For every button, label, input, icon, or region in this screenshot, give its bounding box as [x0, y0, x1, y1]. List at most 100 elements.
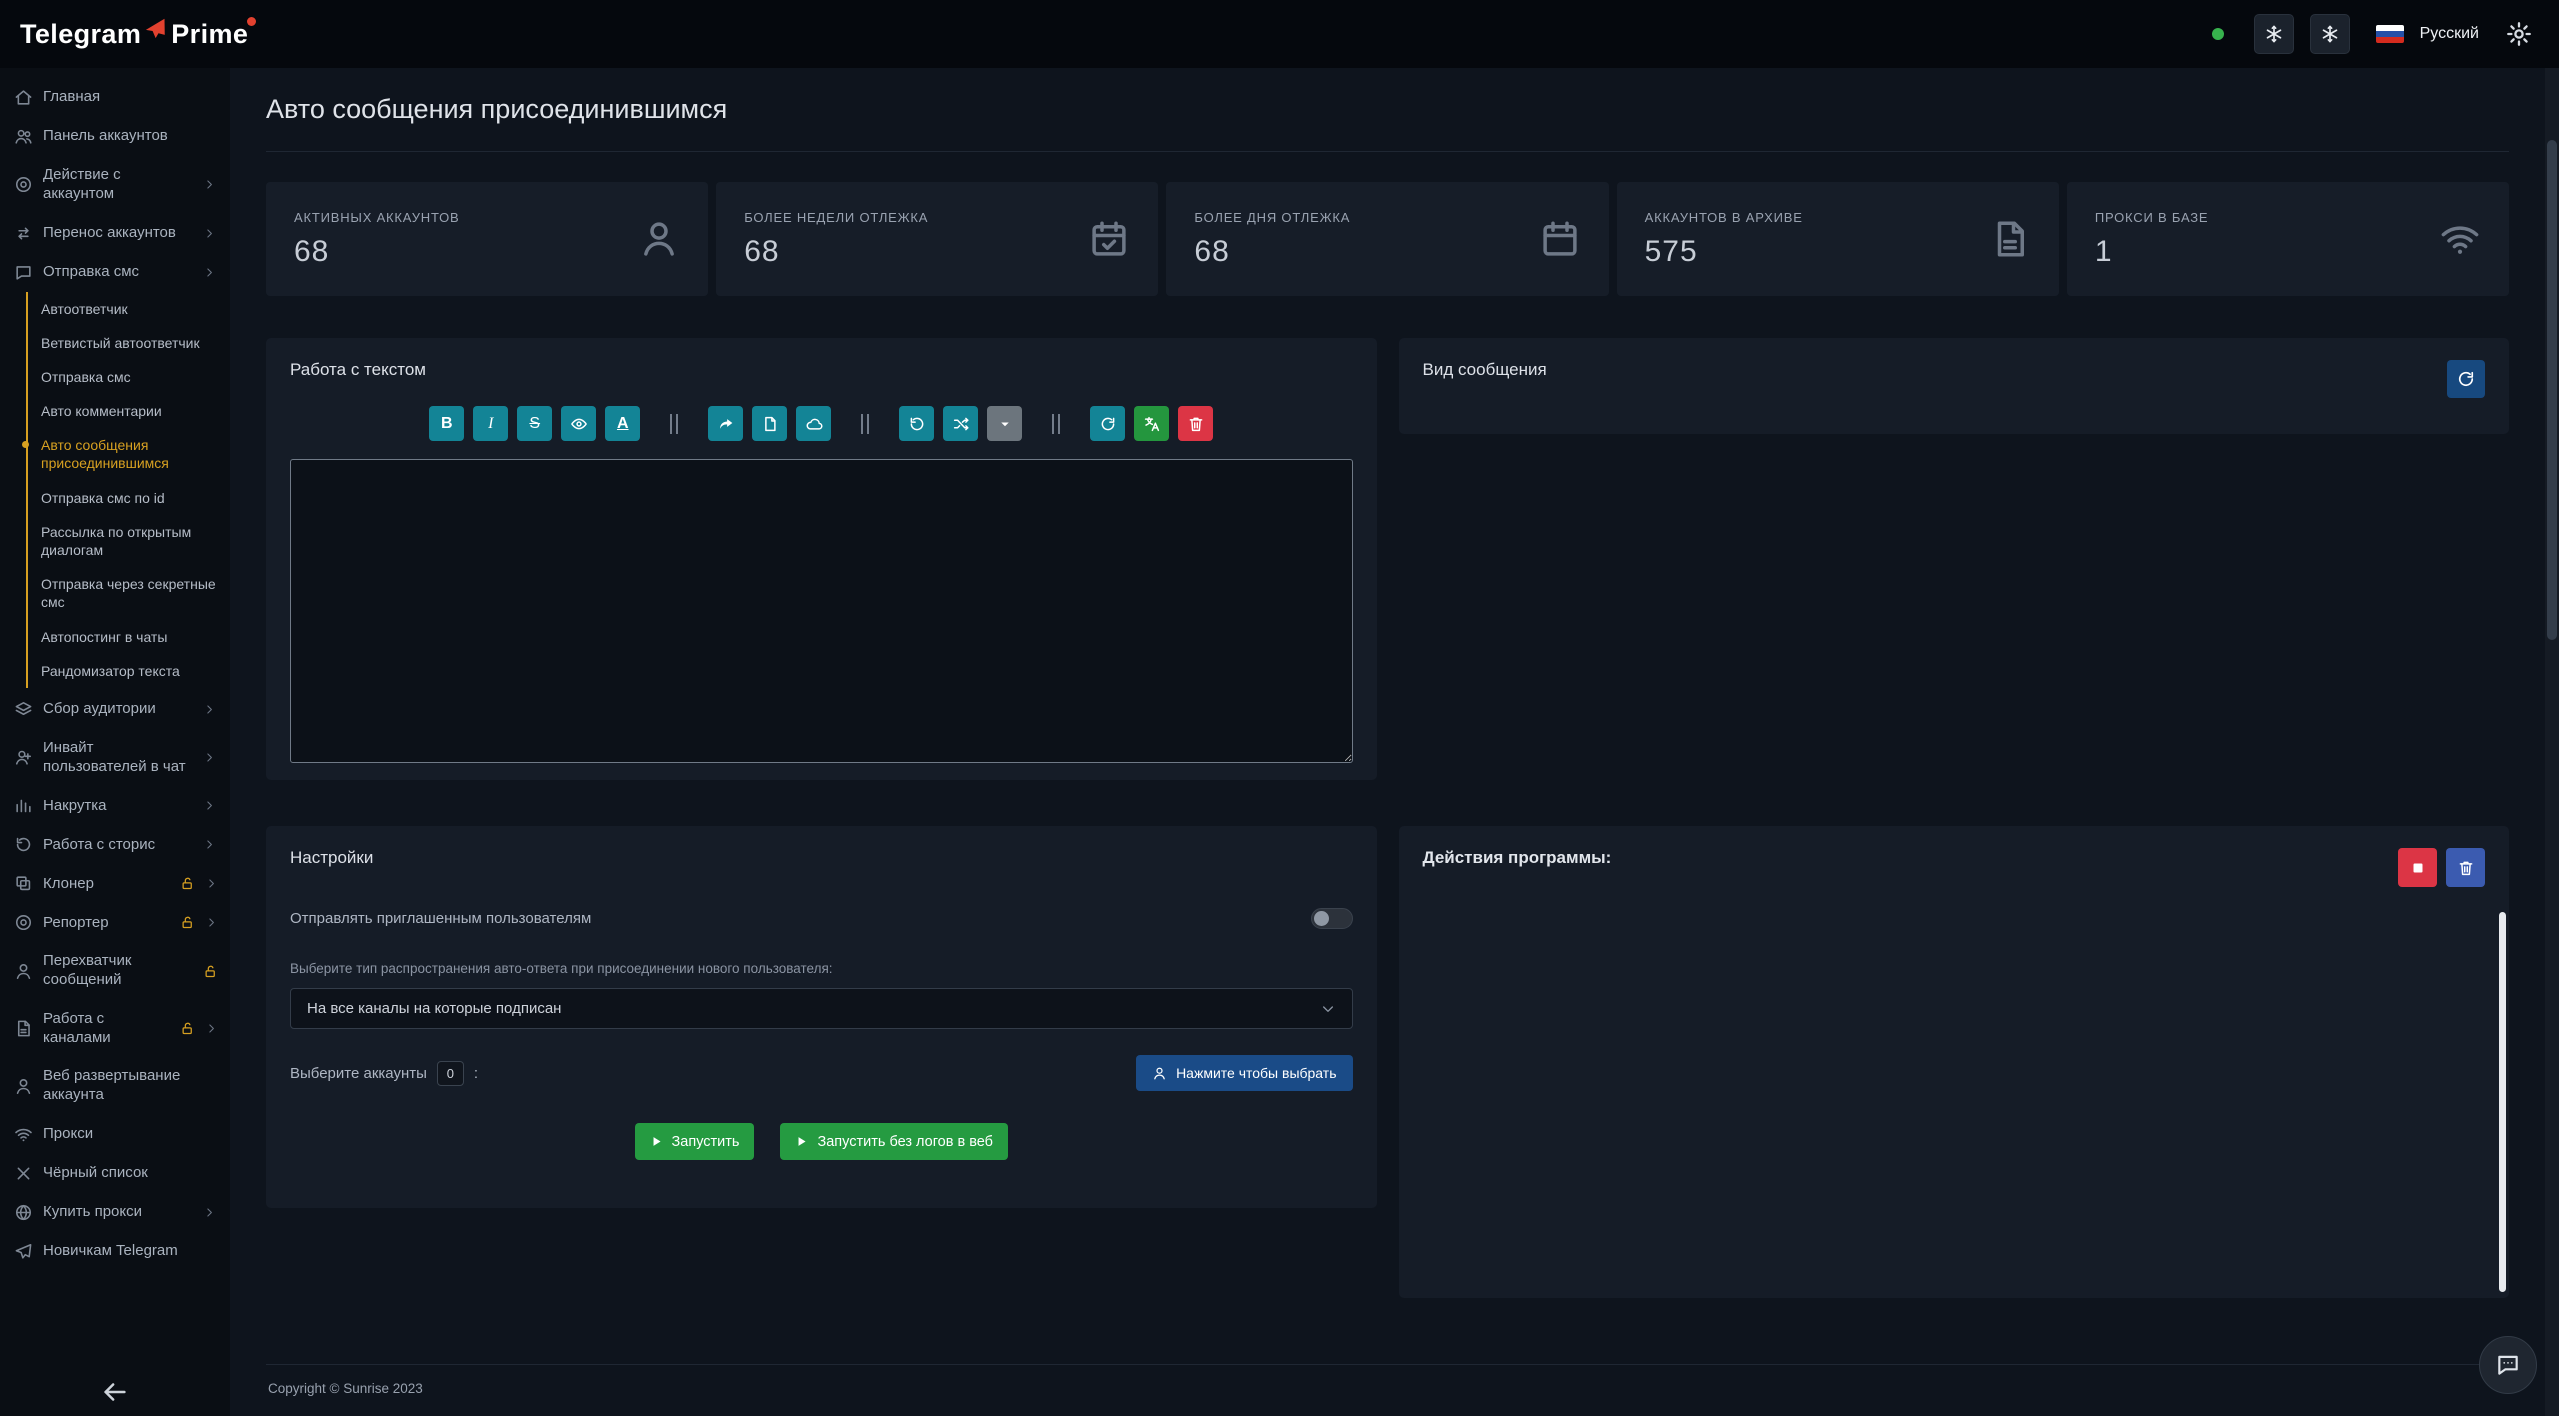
- refresh-preview-button[interactable]: [2447, 360, 2485, 398]
- italic-button[interactable]: I: [473, 406, 508, 441]
- subitem-label: Рандомизатор текста: [41, 663, 180, 679]
- brand-red-dot: [247, 17, 256, 26]
- chevron-right-icon: [203, 799, 216, 812]
- translate-button[interactable]: [1134, 406, 1169, 441]
- sidebar-item-label: Репортер: [43, 914, 168, 933]
- theme-toggle-button-1[interactable]: [2254, 14, 2294, 54]
- cloud-button[interactable]: [796, 406, 831, 441]
- sidebar-item-boosting[interactable]: Накрутка: [0, 786, 230, 825]
- shuffle-icon: [952, 415, 970, 433]
- sidebar-item-accounts-panel[interactable]: Панель аккаунтов: [0, 117, 230, 156]
- history-button[interactable]: [899, 406, 934, 441]
- preview-eye-button[interactable]: [561, 406, 596, 441]
- sidebar-item-cloner[interactable]: Клонер: [0, 864, 230, 903]
- sidebar-collapse-button[interactable]: [100, 1377, 130, 1407]
- gear-icon[interactable]: [2505, 20, 2533, 48]
- run-without-logs-button[interactable]: Запустить без логов в веб: [780, 1123, 1007, 1160]
- sidebar-item-send-sms[interactable]: Отправка смс: [0, 253, 230, 292]
- font-color-button[interactable]: A: [605, 406, 640, 441]
- sidebar-item-buy-proxy[interactable]: Купить прокси: [0, 1193, 230, 1232]
- theme-toggle-button-2[interactable]: [2310, 14, 2350, 54]
- file-icon: [14, 1019, 33, 1038]
- toolbar-separator: [861, 414, 869, 434]
- sidebar-item-web-deploy[interactable]: Веб развертывание аккаунта: [0, 1057, 230, 1115]
- sidebar-item-label: Главная: [43, 88, 193, 107]
- sidebar-subitem-autoposting-chats[interactable]: Автопостинг в чаты: [28, 620, 230, 654]
- sidebar-item-reporter[interactable]: Репортер: [0, 903, 230, 942]
- sidebar-item-home[interactable]: Главная: [0, 78, 230, 117]
- calendar-check-icon: [1088, 218, 1130, 260]
- sidebar-item-label: Перенос аккаунтов: [43, 224, 193, 243]
- sidebar-item-label: Накрутка: [43, 797, 193, 816]
- page-scrollbar[interactable]: [2545, 68, 2559, 1416]
- stop-button[interactable]: [2398, 848, 2437, 887]
- sidebar-item-blacklist[interactable]: Чёрный список: [0, 1154, 230, 1193]
- lock-open-icon: [180, 876, 195, 891]
- message-text-input[interactable]: [290, 459, 1353, 763]
- chevron-right-icon: [205, 916, 218, 929]
- accounts-count-badge: 0: [437, 1061, 464, 1086]
- sidebar-item-label: Работа с каналами: [43, 1010, 168, 1048]
- panel-title: Вид сообщения: [1423, 360, 1547, 380]
- sidebar-subitem-branched-autoresponder[interactable]: Ветвистый автоответчик: [28, 326, 230, 360]
- plane-icon: [14, 1242, 33, 1261]
- strikethrough-button[interactable]: S: [517, 406, 552, 441]
- panel-title: Действия программы:: [1423, 848, 1612, 868]
- bold-button[interactable]: B: [429, 406, 464, 441]
- language-selector[interactable]: Русский: [2420, 25, 2479, 43]
- log-scrollbar[interactable]: [2499, 912, 2506, 1292]
- sidebar-item-label: Клонер: [43, 875, 168, 894]
- run-without-logs-label: Запустить без логов в веб: [817, 1134, 992, 1150]
- sidebar-subitem-send-sms-by-id[interactable]: Отправка смс по id: [28, 481, 230, 515]
- chat-widget-button[interactable]: [2479, 1336, 2537, 1394]
- actions-buttons: [2398, 848, 2485, 887]
- russia-flag-icon: [2376, 25, 2404, 43]
- sidebar-subitem-mailing-open-dialogs[interactable]: Рассылка по открытым диалогам: [28, 515, 230, 567]
- sidebar-subitem-secret-sms[interactable]: Отправка через секретные смс: [28, 567, 230, 619]
- cloud-icon: [805, 415, 823, 433]
- clear-log-button[interactable]: [2446, 848, 2485, 887]
- distribution-type-select[interactable]: На все каналы на которые подписан: [290, 988, 1353, 1029]
- chevron-right-icon: [203, 178, 216, 191]
- person-icon: [638, 218, 680, 260]
- stat-label: АКТИВНЫХ АККАУНТОВ: [294, 210, 459, 225]
- history-icon: [14, 835, 33, 854]
- sidebar-subitem-auto-comments[interactable]: Авто комментарии: [28, 394, 230, 428]
- sidebar-item-message-interceptor[interactable]: Перехватчик сообщений: [0, 942, 230, 1000]
- home-icon: [14, 88, 33, 107]
- sidebar-subitem-send-sms[interactable]: Отправка смс: [28, 360, 230, 394]
- paste-document-button[interactable]: [752, 406, 787, 441]
- choose-accounts-button[interactable]: Нажмите чтобы выбрать: [1136, 1055, 1352, 1091]
- sidebar-subitem-autoresponder[interactable]: Автоответчик: [28, 292, 230, 326]
- dropdown-button[interactable]: [987, 406, 1022, 441]
- sidebar-item-channels[interactable]: Работа с каналами: [0, 1000, 230, 1058]
- sidebar-item-label: Отправка смс: [43, 263, 193, 282]
- sidebar-item-transfer-accounts[interactable]: Перенос аккаунтов: [0, 214, 230, 253]
- trash-icon: [1187, 415, 1205, 433]
- send-invited-toggle[interactable]: [1311, 908, 1353, 929]
- chevron-right-icon: [203, 838, 216, 851]
- sidebar-item-invite-users[interactable]: Инвайт пользователей в чат: [0, 729, 230, 787]
- delete-text-button[interactable]: [1178, 406, 1213, 441]
- globe-icon: [14, 1203, 33, 1222]
- sidebar-item-telegram-beginners[interactable]: Новичкам Telegram: [0, 1232, 230, 1271]
- sidebar-subitem-auto-messages-joined[interactable]: Авто сообщения присоединившимся: [28, 428, 230, 480]
- run-button[interactable]: Запустить: [635, 1123, 755, 1160]
- page-scrollbar-thumb[interactable]: [2547, 140, 2557, 640]
- refresh-text-button[interactable]: [1090, 406, 1125, 441]
- subitem-label: Отправка смс по id: [41, 490, 165, 506]
- chevron-right-icon: [203, 751, 216, 764]
- brand-text-prime: Prime: [171, 19, 248, 50]
- sidebar-item-stories[interactable]: Работа с сторис: [0, 825, 230, 864]
- sidebar-subitem-text-randomizer[interactable]: Рандомизатор текста: [28, 654, 230, 688]
- translate-icon: [1143, 415, 1161, 433]
- brand-logo[interactable]: Telegram Prime: [20, 19, 248, 50]
- history-group: [899, 406, 1022, 441]
- share-button[interactable]: [708, 406, 743, 441]
- sidebar-item-account-actions[interactable]: Действие с аккаунтом: [0, 156, 230, 214]
- sidebar-item-audience-collection[interactable]: Сбор аудитории: [0, 690, 230, 729]
- sidebar-item-proxy[interactable]: Прокси: [0, 1115, 230, 1154]
- shuffle-button[interactable]: [943, 406, 978, 441]
- stat-value: 68: [744, 235, 928, 269]
- chevron-right-icon: [205, 1022, 218, 1035]
